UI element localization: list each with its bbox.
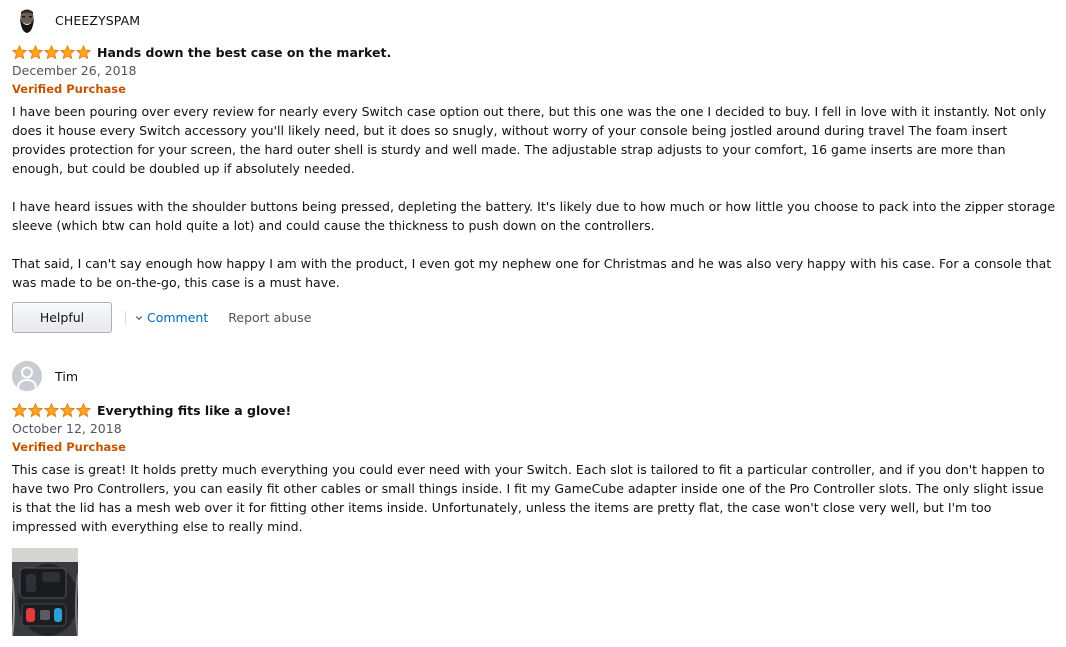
review-title[interactable]: Hands down the best case on the market.	[97, 45, 391, 60]
default-user-avatar-icon	[12, 361, 42, 391]
reviewer-profile[interactable]: CHEEZYSPAM	[12, 5, 1057, 35]
review-title-row: Everything fits like a glove!	[12, 402, 1057, 418]
profile-name[interactable]: CHEEZYSPAM	[55, 13, 140, 28]
star-icon	[60, 44, 75, 59]
star-icon	[28, 402, 43, 417]
case-photo-icon	[12, 548, 78, 636]
star-icon	[28, 44, 43, 59]
review-title-row: Hands down the best case on the market.	[12, 44, 1057, 60]
review-date: December 26, 2018	[12, 63, 137, 78]
report-abuse-link[interactable]: Report abuse	[228, 310, 311, 325]
star-icon	[44, 44, 59, 59]
helpful-button[interactable]: Helpful	[12, 302, 112, 333]
star-icon	[12, 402, 27, 417]
star-icon	[60, 402, 75, 417]
review-paragraph: That said, I can't say enough how happy …	[12, 256, 1052, 290]
verified-purchase-badge[interactable]: Verified Purchase	[12, 440, 1057, 455]
avatar[interactable]	[12, 361, 42, 391]
comment-link[interactable]: Comment	[135, 310, 208, 325]
star-icon	[44, 402, 59, 417]
chevron-down-icon	[135, 315, 143, 320]
review-paragraph: I have been pouring over every review fo…	[12, 104, 1047, 176]
review-body: This case is great! It holds pretty much…	[12, 460, 1057, 536]
review: Tim Everything fits like a glove! Octobe…	[12, 361, 1057, 636]
profile-name[interactable]: Tim	[55, 369, 78, 384]
avatar[interactable]	[12, 5, 42, 35]
review: CHEEZYSPAM Hands down the best case on t…	[12, 5, 1057, 333]
review-actions: Helpful Comment Report abuse	[12, 302, 1057, 333]
star-rating[interactable]	[12, 44, 91, 60]
verified-purchase-badge[interactable]: Verified Purchase	[12, 82, 1057, 97]
review-body: I have been pouring over every review fo…	[12, 102, 1057, 292]
review-paragraph: I have heard issues with the shoulder bu…	[12, 199, 1056, 233]
star-icon	[76, 44, 91, 59]
comment-label[interactable]: Comment	[147, 310, 208, 325]
review-date: October 12, 2018	[12, 421, 122, 436]
star-icon	[12, 44, 27, 59]
bearded-man-avatar-icon	[12, 5, 42, 35]
review-title[interactable]: Everything fits like a glove!	[97, 403, 291, 418]
review-paragraph: This case is great! It holds pretty much…	[12, 462, 1045, 534]
star-icon	[76, 402, 91, 417]
reviewer-profile[interactable]: Tim	[12, 361, 1057, 391]
review-photo-thumbnail[interactable]	[12, 548, 78, 636]
action-divider	[125, 310, 126, 325]
star-rating[interactable]	[12, 402, 91, 418]
